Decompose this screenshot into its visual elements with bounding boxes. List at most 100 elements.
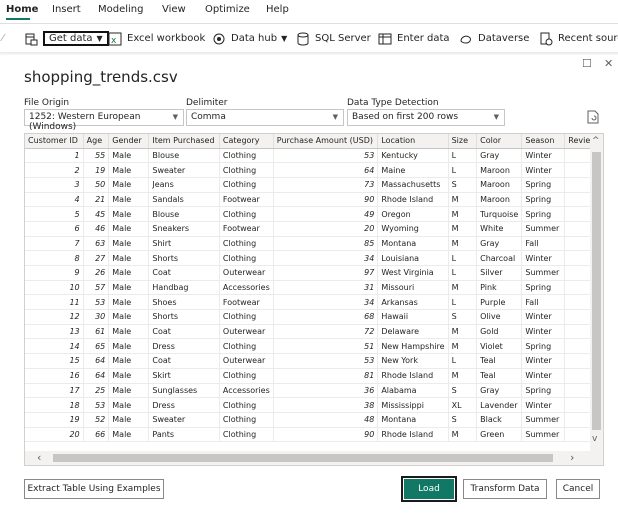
table-cell: Winter (521, 148, 566, 164)
column-header[interactable]: Customer ID (25, 134, 84, 149)
vertical-scrollbar[interactable]: ^ v (590, 134, 603, 453)
table-cell: Sneakers (148, 221, 220, 237)
table-cell: Coat (148, 265, 220, 281)
horizontal-scroll-thumb[interactable] (53, 454, 553, 462)
table-cell: 18 (25, 397, 84, 413)
delimiter-select[interactable]: Comma ▼ (186, 109, 344, 126)
table-cell: Winter (521, 368, 566, 384)
tab-insert[interactable]: Insert (52, 4, 81, 15)
table-cell: Male (108, 250, 150, 266)
table-cell: Male (108, 162, 150, 178)
table-cell: Maroon (476, 177, 523, 193)
transform-data-label: Transform Data (470, 484, 540, 494)
table-cell: Clothing (219, 338, 274, 355)
table-cell: M (448, 236, 478, 252)
sql-server-button[interactable]: SQL Server (296, 28, 371, 49)
column-header[interactable]: Gender (108, 134, 150, 149)
table-cell: Shirt (148, 236, 220, 252)
table-cell: Fall (521, 294, 566, 311)
table-cell: 6 (25, 221, 84, 237)
tab-help[interactable]: Help (266, 4, 289, 15)
table-cell: Clothing (219, 206, 274, 222)
table-row: 11 53 Male Shoes Footwear 34 Arkansas L Purple Fa… (25, 294, 603, 311)
table-cell: Summer (521, 265, 566, 281)
column-header[interactable]: Purchase Amount (USD) (273, 134, 379, 149)
table-cell: Wyoming (377, 221, 449, 237)
table-cell: L (448, 265, 478, 281)
table-cell: Maroon (476, 192, 523, 208)
tab-optimize[interactable]: Optimize (205, 4, 250, 15)
table-row: 13 61 Male Coat Outerwear 72 Delaware M Gold Wint… (25, 324, 603, 340)
detection-select[interactable]: Based on first 200 rows ▼ (347, 109, 505, 126)
table-cell: 45 (83, 206, 110, 222)
table-row: 14 65 Male Dress Clothing 51 New Hampshire M Vio… (25, 338, 603, 355)
table-cell: Sweater (148, 162, 220, 178)
table-cell: L (448, 250, 478, 266)
tab-view[interactable]: View (162, 4, 186, 15)
dataverse-button[interactable]: Dataverse (459, 28, 529, 49)
tab-modeling[interactable]: Modeling (98, 4, 144, 15)
vertical-scroll-thumb[interactable] (592, 152, 601, 430)
table-cell: White (476, 221, 523, 237)
table-cell: Turquoise (476, 206, 523, 222)
table-cell: Clothing (219, 236, 274, 252)
table-cell: Accessories (219, 280, 274, 296)
table-row: 2 19 Male Sweater Clothing 64 Maine L Maroon Wint… (25, 162, 603, 178)
file-origin-value: 1252: Western European (Windows) (29, 112, 141, 132)
cancel-button[interactable]: Cancel (556, 479, 600, 499)
column-header[interactable]: Location (377, 134, 449, 149)
refresh-preview-icon[interactable] (587, 110, 599, 124)
maximize-icon[interactable]: ☐ (582, 57, 592, 70)
table-cell: Winter (521, 309, 566, 325)
ribbon-divider (0, 23, 618, 24)
column-header[interactable]: Age (83, 134, 110, 149)
table-cell: Louisiana (377, 250, 449, 266)
close-icon[interactable]: ✕ (604, 57, 613, 70)
recent-sources-button[interactable]: Recent source (539, 28, 618, 49)
enter-data-button[interactable]: Enter data (378, 28, 450, 49)
data-table: Customer ID Age Gender Item Purchased Ca… (25, 134, 603, 443)
table-cell: Male (108, 294, 150, 311)
table-cell: Spring (521, 383, 566, 399)
table-cell: 25 (83, 383, 110, 399)
horizontal-scrollbar[interactable]: ‹ › (25, 451, 603, 465)
table-cell: Male (108, 192, 150, 208)
table-cell: Spring (521, 206, 566, 222)
file-origin-label: File Origin (24, 98, 70, 108)
column-header[interactable]: Season (521, 134, 566, 149)
scroll-right-icon[interactable]: › (570, 451, 574, 464)
scroll-up-icon[interactable]: ^ (592, 136, 600, 146)
table-cell: Charcoal (476, 250, 523, 266)
table-row: 9 26 Male Coat Outerwear 97 West Virginia L Silv… (25, 265, 603, 281)
column-header[interactable]: Item Purchased (148, 134, 220, 149)
table-cell: Delaware (377, 324, 449, 340)
column-header[interactable]: Size (448, 134, 478, 149)
tab-home[interactable]: Home (6, 4, 38, 15)
table-cell: 65 (83, 338, 110, 355)
table-cell: M (448, 368, 478, 384)
column-header[interactable]: Category (219, 134, 274, 149)
excel-workbook-button[interactable]: x Excel workbook (108, 28, 205, 49)
table-cell: Footwear (219, 192, 274, 208)
table-cell: 51 (273, 338, 379, 355)
detection-value: Based on first 200 rows (352, 112, 459, 122)
scroll-down-icon[interactable]: v (592, 434, 597, 444)
get-data-group: Get data ▼ (24, 28, 109, 49)
file-origin-select[interactable]: 1252: Western European (Windows) ▼ (24, 109, 184, 132)
table-cell: M (448, 338, 478, 355)
dataverse-icon (460, 35, 471, 44)
dialog-title: shopping_trends.csv (24, 68, 178, 86)
table-cell: 26 (83, 265, 110, 281)
table-cell: 16 (25, 368, 84, 384)
transform-data-button[interactable]: Transform Data (463, 479, 547, 499)
table-cell: Male (108, 338, 150, 355)
table-cell: Male (108, 148, 150, 164)
get-data-button[interactable]: Get data ▼ (43, 31, 109, 46)
scroll-left-icon[interactable]: ‹ (37, 451, 41, 464)
data-hub-button[interactable]: Data hub ▼ (212, 28, 287, 49)
table-cell: Clothing (219, 397, 274, 413)
column-header[interactable]: Color (476, 134, 523, 149)
dataverse-label: Dataverse (478, 33, 530, 44)
load-button[interactable]: Load (401, 476, 457, 502)
extract-table-button[interactable]: Extract Table Using Examples (24, 479, 164, 499)
